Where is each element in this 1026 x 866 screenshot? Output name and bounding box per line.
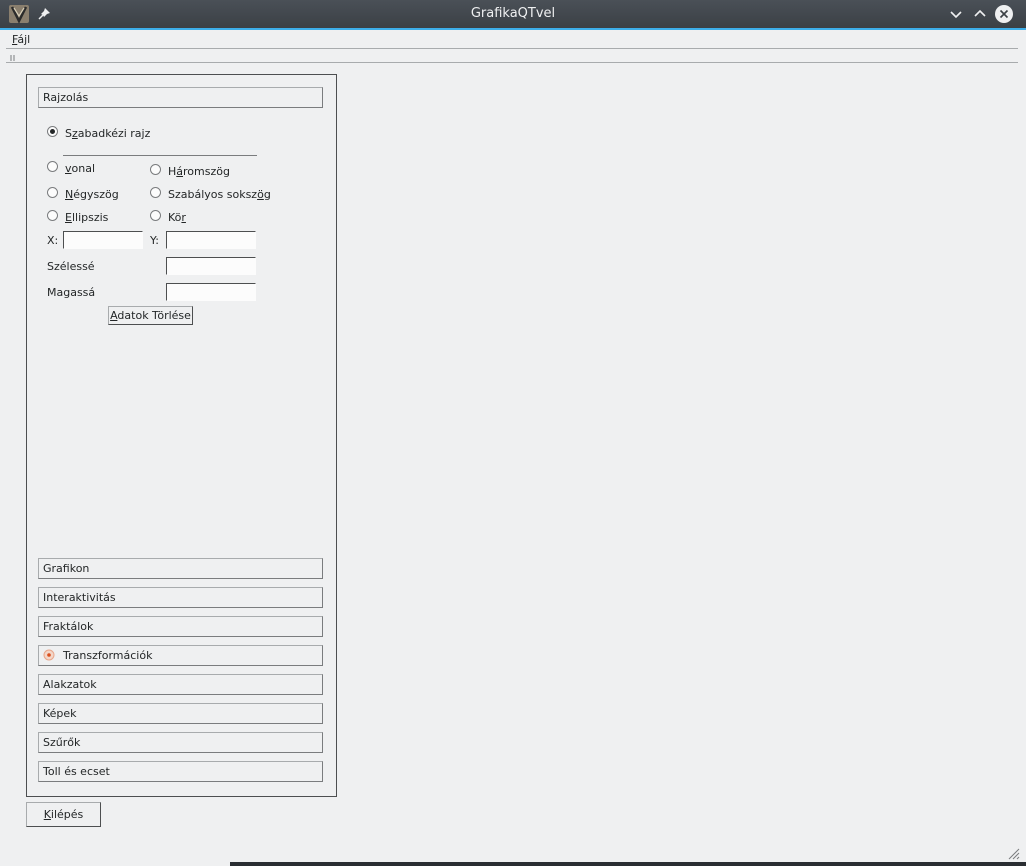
radio-freehand[interactable] xyxy=(47,126,58,137)
shape-divider xyxy=(63,155,257,156)
section-grafikon[interactable]: Grafikon xyxy=(38,558,323,579)
section-interaktivitas-label: Interaktivitás xyxy=(43,591,116,604)
chevron-down-icon[interactable] xyxy=(946,4,966,24)
window-titlebar[interactable]: GrafikaQTvel xyxy=(0,0,1026,30)
menu-file-label: ájl xyxy=(17,33,31,46)
toolbox-panel: Rajzolás Szabadkézi rajz vonal Háromszög… xyxy=(26,74,337,797)
radio-ellipszis[interactable] xyxy=(47,210,58,221)
desktop-background-strip xyxy=(230,862,1026,866)
section-toll-es-ecset[interactable]: Toll és ecset xyxy=(38,761,323,782)
label-szabalyos-pre: Szabályos soksz xyxy=(168,188,258,201)
section-transzformaciok-label: Transzformációk xyxy=(63,649,153,662)
label-szabalyos-post: g xyxy=(263,188,271,201)
radio-szabalyos-sokszog[interactable] xyxy=(150,187,161,198)
x-label: X: xyxy=(47,234,59,247)
transform-gear-icon xyxy=(43,648,55,661)
exit-mnemonic: K xyxy=(43,808,51,821)
label-vonal-post: onal xyxy=(71,162,96,175)
label-szabalyos-mnemonic: ö xyxy=(257,188,264,201)
radio-kor[interactable] xyxy=(150,210,161,221)
chevron-up-icon[interactable] xyxy=(970,4,990,24)
section-toll-es-ecset-label: Toll és ecset xyxy=(43,765,110,778)
section-transzformaciok[interactable]: Transzformációk xyxy=(38,645,323,666)
exit-button[interactable]: Kilépés xyxy=(26,802,101,827)
y-input-field[interactable] xyxy=(167,232,255,248)
width-input[interactable] xyxy=(166,257,256,275)
radio-negyszog[interactable] xyxy=(47,187,58,198)
section-interaktivitas[interactable]: Interaktivitás xyxy=(38,587,323,608)
label-kor-mnemonic: r xyxy=(181,211,186,224)
label-szabalyos-sokszog[interactable]: Szabályos sokszög xyxy=(168,188,271,201)
section-kepek-label: Képek xyxy=(43,707,77,720)
label-negyszog[interactable]: Négyszög xyxy=(65,188,119,201)
label-kor[interactable]: Kör xyxy=(168,211,186,224)
toolbar-handle-icon[interactable] xyxy=(10,52,15,61)
menubar-separator xyxy=(6,48,1018,49)
clear-data-label: datok Törlése xyxy=(117,309,191,322)
y-label: Y: xyxy=(150,234,159,247)
height-input[interactable] xyxy=(166,283,256,301)
close-circle-icon[interactable] xyxy=(994,4,1014,24)
height-label: Magasság xyxy=(47,286,95,299)
x-input[interactable] xyxy=(63,231,143,249)
width-input-field[interactable] xyxy=(167,258,255,274)
window-title: GrafikaQTvel xyxy=(470,6,556,21)
clear-data-button[interactable]: Adatok Törlése xyxy=(108,306,193,325)
radio-haromszog[interactable] xyxy=(150,164,161,175)
menubar: Fájl xyxy=(0,30,1026,48)
label-haromszog-post: romszög xyxy=(183,165,230,178)
section-kepek[interactable]: Képek xyxy=(38,703,323,724)
label-ellipszis[interactable]: Ellipszis xyxy=(65,211,108,224)
section-grafikon-label: Grafikon xyxy=(43,562,90,575)
y-input[interactable] xyxy=(166,231,256,249)
menu-file[interactable]: Fájl xyxy=(12,33,30,46)
section-fraktalok[interactable]: Fraktálok xyxy=(38,616,323,637)
label-ellipszis-post: llipszis xyxy=(71,211,109,224)
label-negyszog-mnemonic: N xyxy=(65,188,74,201)
section-rajzolas-label: Rajzolás xyxy=(43,91,89,104)
exit-label: ilépés xyxy=(50,808,84,821)
resize-grip-icon[interactable] xyxy=(1006,846,1020,860)
radio-vonal[interactable] xyxy=(47,161,58,172)
label-kor-pre: Kö xyxy=(168,211,182,224)
label-freehand-post: abadkézi rajz xyxy=(77,127,151,140)
label-ellipszis-mnemonic: E xyxy=(65,211,72,224)
height-input-field[interactable] xyxy=(167,284,255,300)
section-szurok[interactable]: Szűrők xyxy=(38,732,323,753)
section-szurok-label: Szűrők xyxy=(43,736,81,749)
width-label: Szélesség xyxy=(47,260,95,273)
label-haromszog[interactable]: Háromszög xyxy=(168,165,230,178)
section-fraktalok-label: Fraktálok xyxy=(43,620,94,633)
toolbar-separator xyxy=(6,62,1018,63)
label-vonal[interactable]: vonal xyxy=(65,162,95,175)
section-alakzatok-label: Alakzatok xyxy=(43,678,97,691)
section-rajzolas[interactable]: Rajzolás xyxy=(38,87,323,108)
label-freehand[interactable]: Szabadkézi rajz xyxy=(65,127,150,140)
section-alakzatok[interactable]: Alakzatok xyxy=(38,674,323,695)
label-negyszog-post: égyszög xyxy=(73,188,119,201)
label-freehand-pre: S xyxy=(65,127,72,140)
x-input-field[interactable] xyxy=(64,232,142,248)
